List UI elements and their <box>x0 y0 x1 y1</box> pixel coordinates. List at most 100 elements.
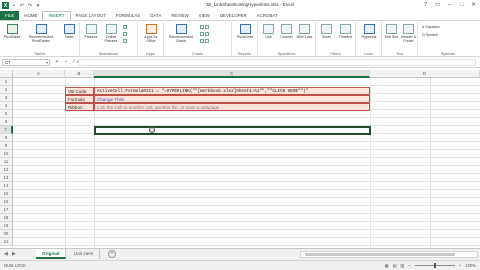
pictures-button[interactable]: Pictures <box>82 24 100 39</box>
active-cell-selection[interactable] <box>94 126 371 135</box>
row-header-15[interactable]: 15 <box>0 190 13 198</box>
tab-view[interactable]: VIEW <box>194 11 215 20</box>
tab-acrobat[interactable]: ACROBAT <box>252 11 283 20</box>
row-header-13[interactable]: 13 <box>0 174 13 182</box>
row-header-8[interactable]: 8 <box>0 134 13 142</box>
tab-developer[interactable]: DEVELOPER <box>215 11 252 20</box>
row-header-21[interactable]: 21 <box>0 238 13 246</box>
page-layout-view-icon[interactable]: ▤ <box>393 261 397 270</box>
group-tables-label: Tables <box>34 52 45 56</box>
sheet-tab-unit-here[interactable]: Unit Here <box>68 249 101 259</box>
minimize-icon[interactable]: – <box>445 1 454 9</box>
online-pictures-button[interactable]: Online Pictures <box>101 24 121 44</box>
fx-icon[interactable]: ✕ ✓ fx <box>55 59 81 65</box>
row-header-19[interactable]: 19 <box>0 222 13 230</box>
cell-b5[interactable]: Ribbon <box>65 103 94 111</box>
worksheet-grid[interactable]: A B C D 1 2 3 4 5 6 7 8 9 10 11 12 13 14 15 16 17 18 19 20 2… <box>0 70 480 248</box>
formula-input[interactable] <box>78 59 476 66</box>
pivot-chart-button[interactable]: PivotChart <box>235 24 255 39</box>
maximize-icon[interactable]: □ <box>457 1 466 9</box>
line-chart-icon[interactable] <box>200 32 209 36</box>
select-all-corner[interactable] <box>0 70 13 78</box>
zoom-level[interactable]: 100% <box>465 261 476 270</box>
shapes-icon[interactable] <box>123 25 127 29</box>
row-header-9[interactable]: 9 <box>0 142 13 150</box>
row-header-7[interactable]: 7 <box>0 126 13 134</box>
recommended-pivot-button[interactable]: Recommended PivotTables <box>24 24 58 44</box>
pie-chart-icon[interactable] <box>200 39 209 43</box>
redo-icon[interactable]: ↷ <box>27 3 33 9</box>
hyperlink-button[interactable]: Hyperlink <box>359 24 379 39</box>
chevron-down-icon[interactable]: ▾ <box>46 60 48 66</box>
zoom-in-icon[interactable]: + <box>459 261 461 270</box>
ribbon-display-icon[interactable]: ▭ <box>433 1 442 9</box>
page-break-view-icon[interactable]: ▥ <box>401 261 405 270</box>
line-sparkline-button[interactable]: Line <box>260 24 277 39</box>
normal-view-icon[interactable]: ▦ <box>385 261 389 270</box>
sheet-next-icon[interactable]: ▶ <box>12 251 16 257</box>
row-header-6[interactable]: 6 <box>0 118 13 126</box>
table-icon <box>63 24 75 34</box>
slicer-button[interactable]: Slicer <box>318 24 335 39</box>
column-header-b[interactable]: B <box>65 70 94 78</box>
row-header-17[interactable]: 17 <box>0 206 13 214</box>
tab-formulas[interactable]: FORMULAS <box>111 11 145 20</box>
win-loss-button[interactable]: Win/ Loss <box>296 24 313 39</box>
column-header-c[interactable]: C <box>94 70 370 78</box>
tab-review[interactable]: REVIEW <box>166 11 193 20</box>
row-header-20[interactable]: 20 <box>0 230 13 238</box>
row-header-14[interactable]: 14 <box>0 182 13 190</box>
add-sheet-icon[interactable]: + <box>108 250 116 258</box>
row-header-4[interactable]: 4 <box>0 102 13 110</box>
group-illustrations-label: Illustrations <box>98 52 119 56</box>
tab-file[interactable]: FILE <box>0 11 20 20</box>
screenshot-icon[interactable] <box>123 39 127 43</box>
row-header-18[interactable]: 18 <box>0 214 13 222</box>
recommended-charts-button[interactable]: Recommended Charts <box>166 24 196 44</box>
sheet-tab-original[interactable]: Original <box>36 249 67 259</box>
row-header-11[interactable]: 11 <box>0 158 13 166</box>
zoom-out-icon[interactable]: – <box>408 261 410 270</box>
smartart-icon[interactable] <box>123 32 127 36</box>
cell-c5[interactable]: Link the Cell to another cell, another f… <box>94 103 370 111</box>
table-button[interactable]: Table <box>60 24 78 39</box>
timeline-button[interactable]: Timeline <box>336 24 355 39</box>
row-header-1[interactable]: 1 <box>0 78 13 86</box>
customize-qat-icon[interactable]: ▾ <box>35 3 41 9</box>
row-header-3[interactable]: 3 <box>0 94 13 102</box>
zoom-slider[interactable] <box>414 263 455 268</box>
row-header-10[interactable]: 10 <box>0 150 13 158</box>
column-header-d[interactable]: D <box>370 70 480 78</box>
scrollbar-thumb[interactable] <box>305 253 455 256</box>
row-header-16[interactable]: 16 <box>0 198 13 206</box>
pivot-table-button[interactable]: PivotTable <box>2 24 22 39</box>
apps-for-office-button[interactable]: Apps for Office <box>141 24 161 44</box>
pivot-chart-icon <box>239 24 251 34</box>
tab-page-layout[interactable]: PAGE LAYOUT <box>71 11 111 20</box>
header-footer-button[interactable]: Header & Footer <box>400 24 417 44</box>
symbol-button[interactable]: Ω Symbol <box>422 33 438 37</box>
name-box[interactable]: C7 ▾ <box>2 59 50 66</box>
cell-c3[interactable]: ActiveCell.FormulaR1C1 = "=HYPERLINK(""[… <box>94 87 370 95</box>
tab-insert[interactable]: INSERT <box>42 11 71 20</box>
horizontal-scrollbar[interactable] <box>300 251 478 258</box>
zoom-knob[interactable] <box>433 263 436 268</box>
row-header-12[interactable]: 12 <box>0 166 13 174</box>
text-box-button[interactable]: Text Box <box>383 24 400 39</box>
column-chart-icon[interactable] <box>200 25 209 29</box>
column-sparkline-button[interactable]: Column <box>278 24 295 39</box>
tab-home[interactable]: HOME <box>19 11 42 20</box>
sheet-prev-icon[interactable]: ◀ <box>4 251 8 257</box>
row-header-2[interactable]: 2 <box>0 86 13 94</box>
tab-data[interactable]: DATA <box>145 11 166 20</box>
save-icon[interactable]: ▪ <box>11 3 17 9</box>
column-header-a[interactable]: A <box>13 70 65 78</box>
close-icon[interactable]: ✕ <box>469 1 478 9</box>
row-header-5[interactable]: 5 <box>0 110 13 118</box>
cell-b4[interactable]: Formula <box>65 95 94 103</box>
equation-button[interactable]: π Equation <box>422 25 440 29</box>
undo-icon[interactable]: ↶ <box>19 3 25 9</box>
cell-b3[interactable]: VB Code <box>65 87 94 95</box>
cell-c4[interactable]: Change This! <box>94 95 370 103</box>
help-icon[interactable]: ? <box>421 1 430 9</box>
